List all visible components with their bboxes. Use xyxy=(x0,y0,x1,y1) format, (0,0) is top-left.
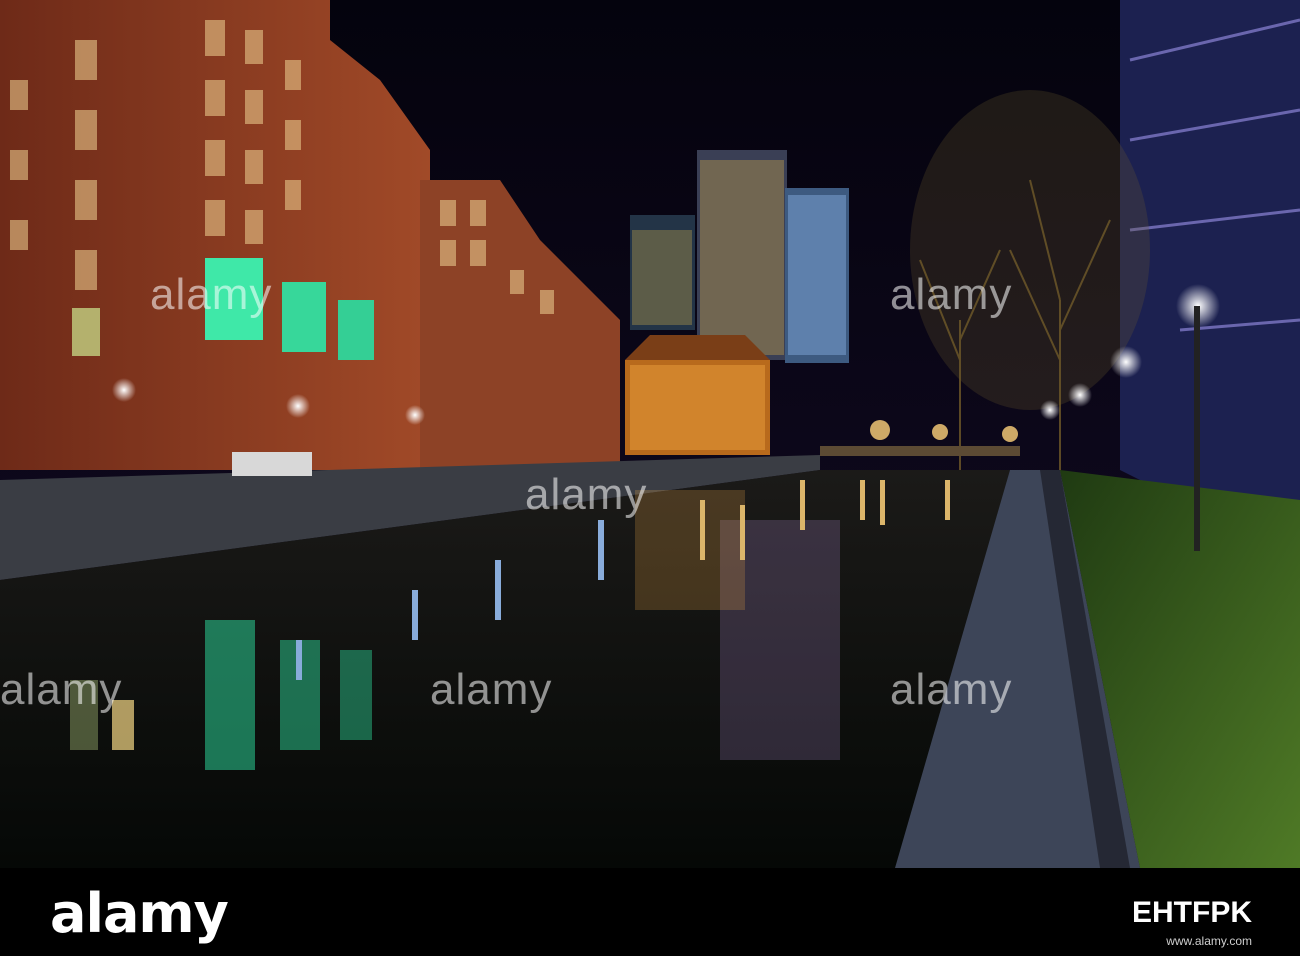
watermark-text: alamy xyxy=(150,270,273,319)
bridge xyxy=(820,446,1020,456)
image-id: EHTFPK xyxy=(1132,896,1252,929)
watermark-text: alamy xyxy=(0,665,123,714)
watermark-text: alamy xyxy=(525,470,648,519)
canal-night-photo: alamy alamy alamy alamy alamy alamy xyxy=(0,0,1300,868)
watermark-text: alamy xyxy=(890,665,1013,714)
lamp-post xyxy=(1194,306,1200,551)
site-url[interactable]: www.alamy.com xyxy=(1166,934,1252,948)
pickup-truck xyxy=(232,452,312,476)
watermark-text: alamy xyxy=(430,665,553,714)
watermark-text: alamy xyxy=(890,270,1013,319)
alamy-logo[interactable]: alamy xyxy=(50,882,229,945)
footer-bar: alamy EHTFPK www.alamy.com xyxy=(0,868,1300,956)
photo-illustration xyxy=(0,0,1300,868)
